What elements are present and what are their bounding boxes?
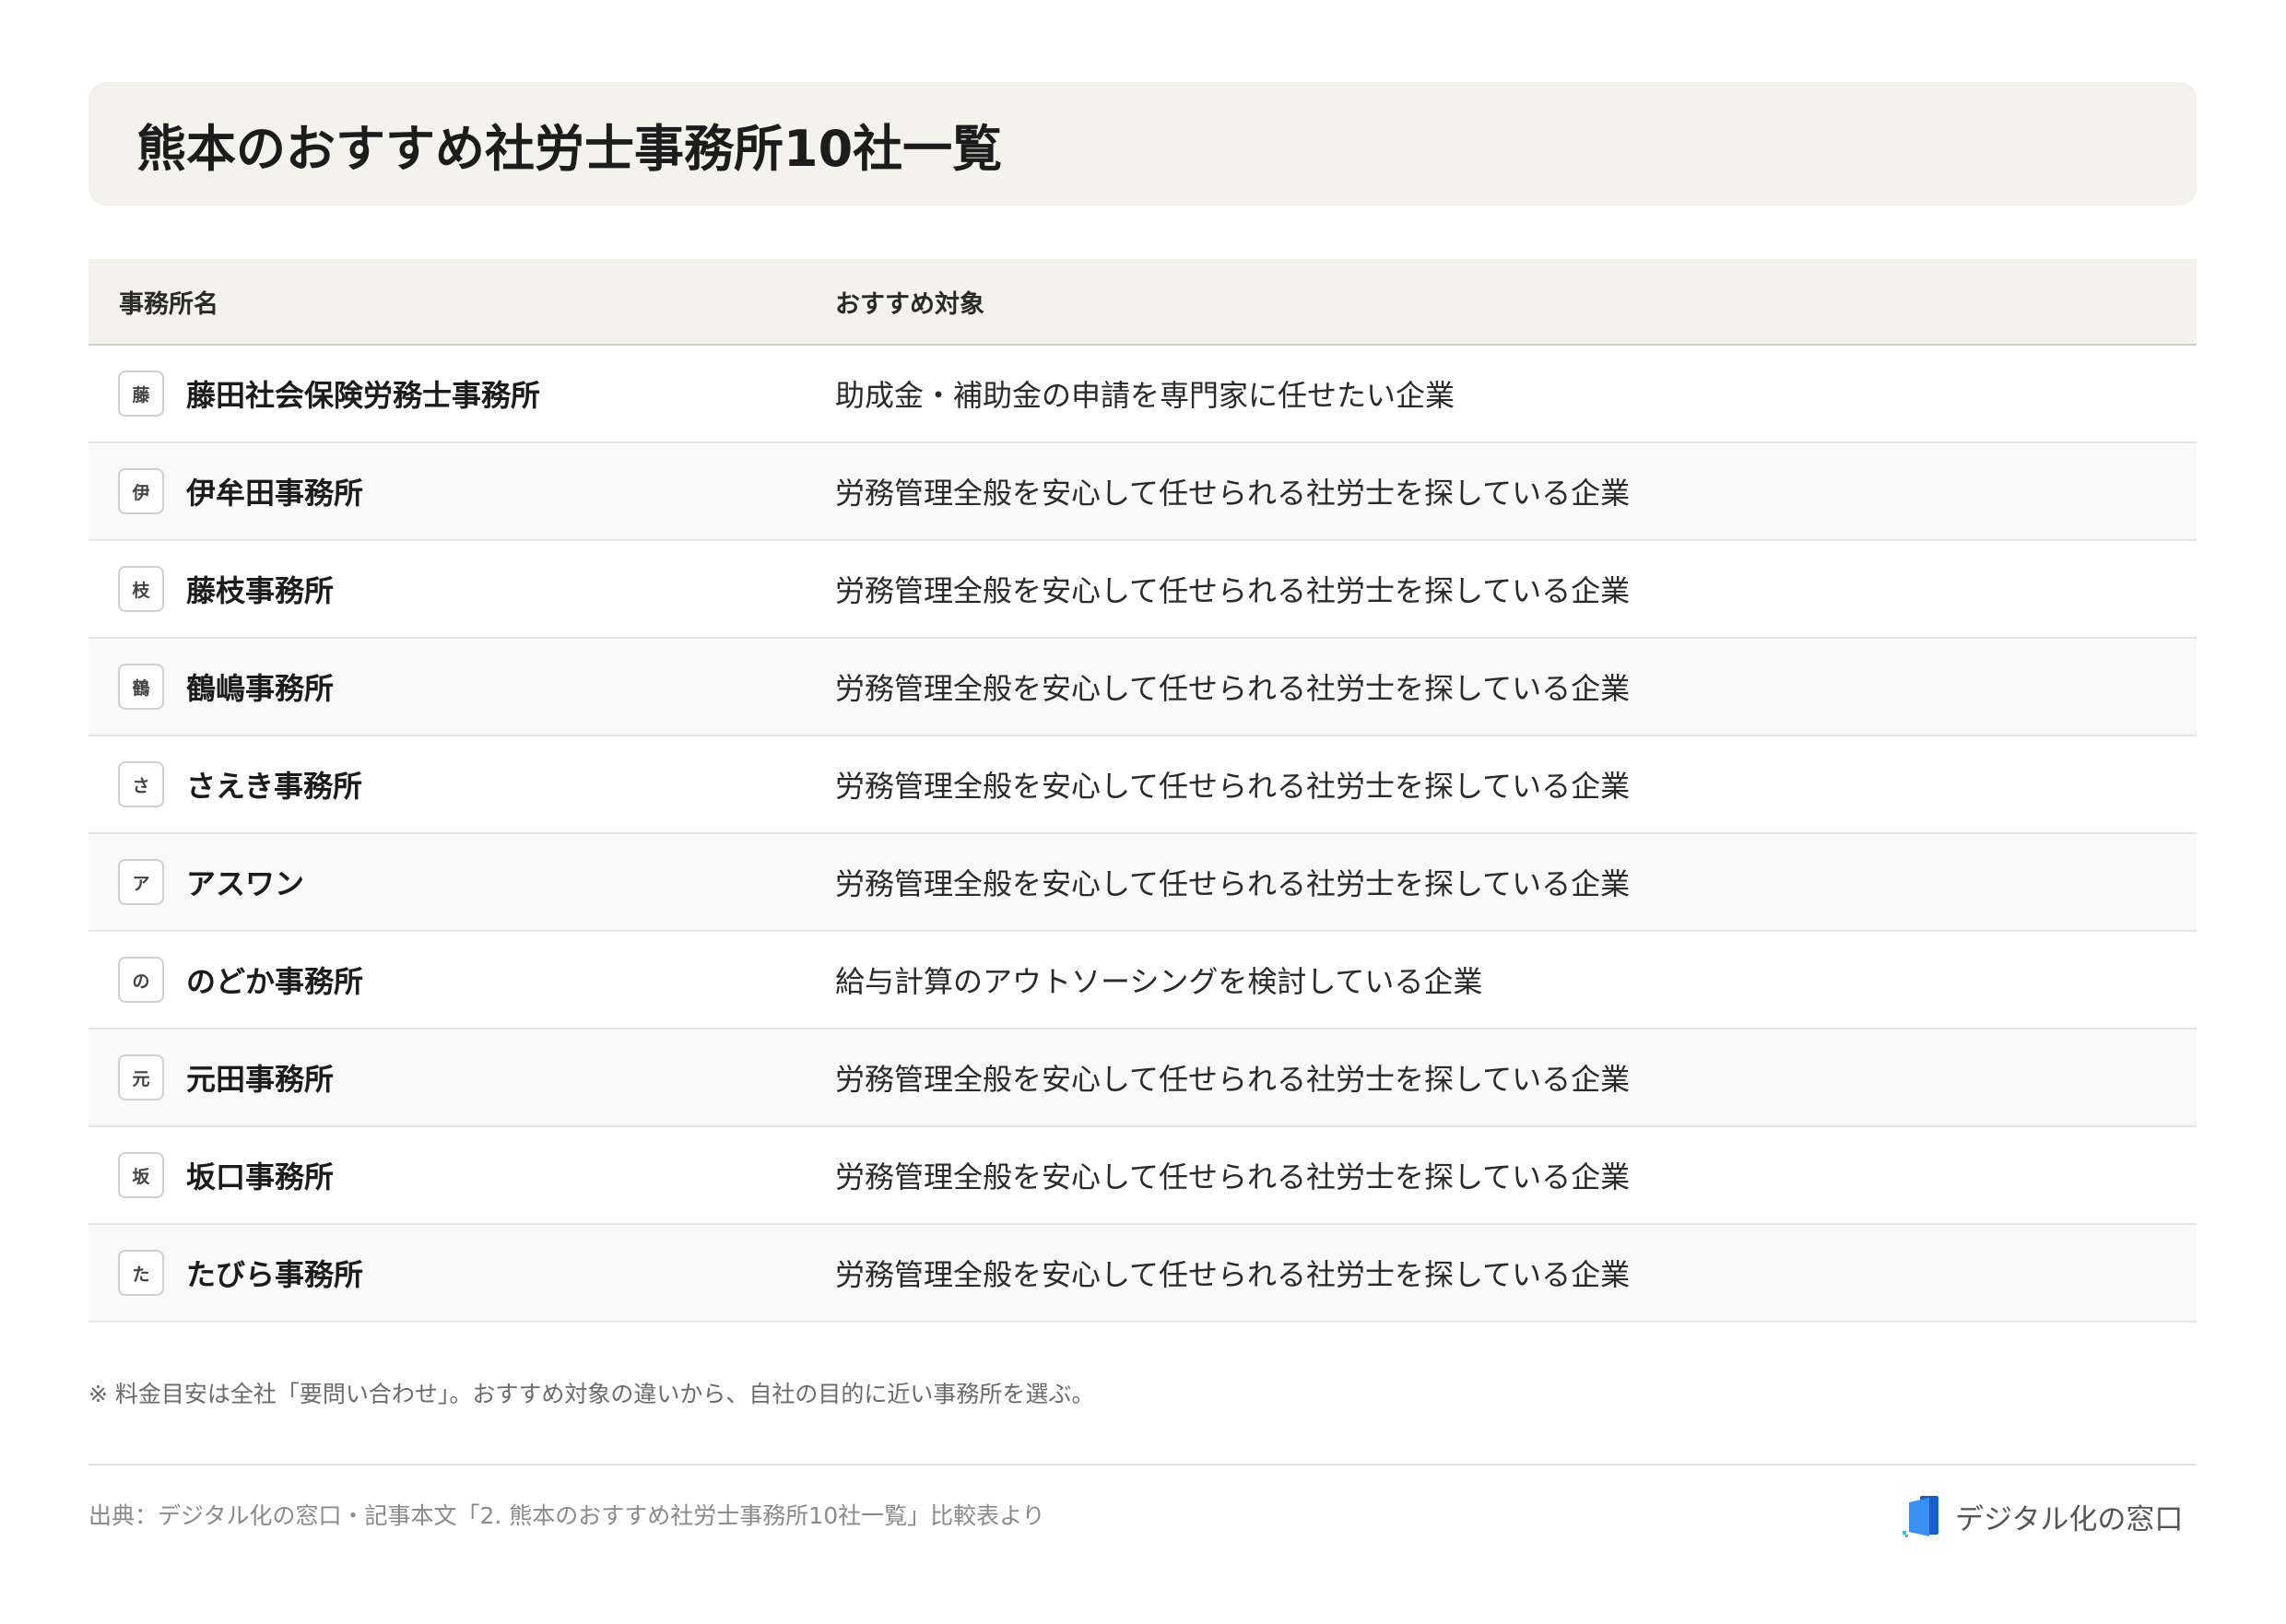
table-row: 枝 藤枝事務所 労務管理全般を安心して任せられる社労士を探している企業	[88, 541, 2197, 639]
office-name-cell: の のどか事務所	[88, 957, 805, 1003]
recommended-target: 給与計算のアウトソーシングを検討している企業	[835, 964, 1483, 999]
table-header: 事務所名 おすすめ対象	[88, 259, 2197, 346]
office-name: アスワン	[186, 866, 305, 901]
office-initial-badge: 伊	[118, 468, 164, 514]
office-name-cell: 藤 藤田社会保険労務士事務所	[88, 371, 805, 417]
office-initial-badge: の	[118, 957, 164, 1003]
source-citation: 出典：デジタル化の窓口・記事本文「2. 熊本のおすすめ社労士事務所10社一覧」比…	[88, 1502, 1045, 1529]
footer-divider	[88, 1464, 2197, 1465]
column-header-target: おすすめ対象	[835, 289, 984, 319]
office-initial-badge: 枝	[118, 566, 164, 612]
office-name: 鶴嶋事務所	[186, 671, 335, 706]
office-initial-badge: 坂	[118, 1152, 164, 1198]
office-initial-badge: 鶴	[118, 664, 164, 710]
table-row: 鶴 鶴嶋事務所 労務管理全般を安心して任せられる社労士を探している企業	[88, 639, 2197, 736]
office-name: 元田事務所	[186, 1062, 335, 1097]
recommended-target: 労務管理全般を安心して任せられる社労士を探している企業	[835, 476, 1631, 511]
title-banner: 熊本のおすすめ社労士事務所10社一覧	[88, 82, 2197, 206]
page-title: 熊本のおすすめ社労士事務所10社一覧	[136, 119, 1003, 178]
office-initial-badge: 藤	[118, 371, 164, 417]
office-initial-badge: ア	[118, 859, 164, 905]
office-name: 坂口事務所	[186, 1159, 335, 1194]
fee-note: ※ 料金目安は全社「要問い合わせ」。おすすめ対象の違いから、自社の目的に近い事務…	[88, 1381, 1095, 1407]
office-initial-badge: さ	[118, 761, 164, 807]
column-header-name: 事務所名	[119, 289, 218, 319]
table-row: の のどか事務所 給与計算のアウトソーシングを検討している企業	[88, 932, 2197, 1030]
office-name: たびら事務所	[186, 1257, 364, 1292]
office-name: 伊牟田事務所	[186, 476, 364, 511]
office-initial-badge: 元	[118, 1054, 164, 1100]
office-name-cell: さ さえき事務所	[88, 761, 805, 807]
table-row: 坂 坂口事務所 労務管理全般を安心して任せられる社労士を探している企業	[88, 1127, 2197, 1225]
recommended-target: 労務管理全般を安心して任せられる社労士を探している企業	[835, 573, 1631, 608]
office-name: さえき事務所	[186, 769, 363, 804]
table-row: 伊 伊牟田事務所 労務管理全般を安心して任せられる社労士を探している企業	[88, 443, 2197, 541]
office-name-cell: 元 元田事務所	[88, 1054, 805, 1100]
office-initial-badge: た	[118, 1250, 164, 1296]
office-name: のどか事務所	[186, 964, 364, 999]
office-name-cell: 伊 伊牟田事務所	[88, 468, 805, 514]
logo-text: デジタル化の窓口	[1955, 1502, 2184, 1536]
table-row: 藤 藤田社会保険労務士事務所 助成金・補助金の申請を専門家に任せたい企業	[88, 346, 2197, 443]
recommended-target: 労務管理全般を安心して任せられる社労士を探している企業	[835, 866, 1631, 901]
office-name-cell: 枝 藤枝事務所	[88, 566, 805, 612]
office-name-cell: た たびら事務所	[88, 1250, 805, 1296]
office-name: 藤枝事務所	[186, 573, 335, 608]
recommended-target: 労務管理全般を安心して任せられる社労士を探している企業	[835, 1062, 1631, 1097]
brand-logo: デジタル化の窓口	[1902, 1493, 2183, 1539]
recommended-target: 労務管理全般を安心して任せられる社労士を探している企業	[835, 1257, 1631, 1292]
recommended-target: 労務管理全般を安心して任せられる社労士を探している企業	[835, 1159, 1631, 1194]
table-row: さ さえき事務所 労務管理全般を安心して任せられる社労士を探している企業	[88, 736, 2197, 834]
recommended-target: 労務管理全般を安心して任せられる社労士を探している企業	[835, 769, 1631, 804]
office-table: 事務所名 おすすめ対象 藤 藤田社会保険労務士事務所 助成金・補助金の申請を専門…	[88, 259, 2197, 1323]
page: 熊本のおすすめ社労士事務所10社一覧 事務所名 おすすめ対象 藤 藤田社会保険労…	[0, 0, 2286, 1624]
office-name-cell: 坂 坂口事務所	[88, 1152, 805, 1198]
table-row: 元 元田事務所 労務管理全般を安心して任せられる社労士を探している企業	[88, 1030, 2197, 1127]
office-name-cell: 鶴 鶴嶋事務所	[88, 664, 805, 710]
office-name-cell: ア アスワン	[88, 859, 805, 905]
office-name: 藤田社会保険労務士事務所	[186, 378, 541, 413]
table-row: た たびら事務所 労務管理全般を安心して任せられる社労士を探している企業	[88, 1225, 2197, 1323]
window-logo-icon	[1903, 1496, 1938, 1537]
table-row: ア アスワン 労務管理全般を安心して任せられる社労士を探している企業	[88, 834, 2197, 932]
recommended-target: 助成金・補助金の申請を専門家に任せたい企業	[835, 378, 1455, 413]
recommended-target: 労務管理全般を安心して任せられる社労士を探している企業	[835, 671, 1631, 706]
